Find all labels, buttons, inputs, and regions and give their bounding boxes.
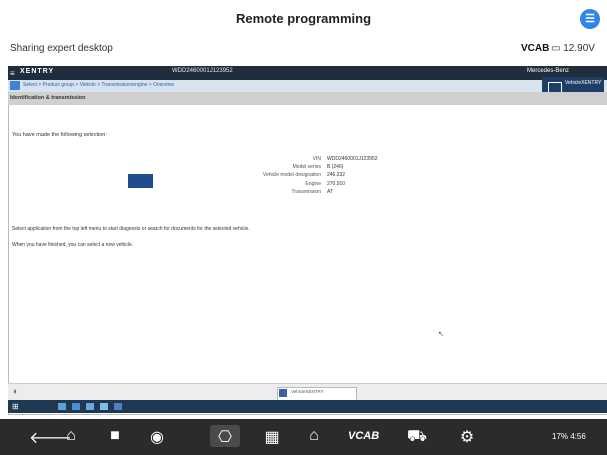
remote-header [8, 66, 607, 80]
back-icon[interactable]: 🡐 [29, 427, 72, 448]
header-right: Mercedes-Benz [527, 68, 570, 74]
task-label: VehicleXENTRY [291, 389, 324, 394]
vehicle-image [128, 174, 153, 188]
house-icon[interactable]: ⌂ [302, 427, 326, 445]
battery-voltage: ▭ 12.90V [551, 43, 595, 54]
field-value: B (246) [327, 164, 344, 171]
vci-link[interactable]: VCAB [348, 430, 379, 442]
field-label: Model series [292, 164, 321, 171]
windows-taskbar [8, 400, 607, 413]
square-icon[interactable]: ■ [103, 427, 127, 445]
remote-desktop-window[interactable] [8, 66, 607, 415]
taskbar-app-icon[interactable] [58, 403, 66, 410]
breadcrumb[interactable]: Select > Product group > Vehicle > Trans… [23, 82, 174, 88]
taskbar-app-icon[interactable] [100, 403, 108, 410]
section-bar [8, 92, 607, 105]
task-icon [279, 389, 287, 397]
field-label: Transmission [291, 188, 321, 195]
field-value: 270.910 [327, 180, 346, 187]
car-icon[interactable]: ⛟ [405, 427, 429, 447]
windows-start-icon[interactable]: ⊞ [12, 402, 19, 411]
breadcrumb-icon[interactable] [10, 81, 20, 90]
field-value: 246.232 [327, 172, 346, 179]
mouse-cursor-icon: ↖ [438, 331, 444, 338]
taskbar-app-icon[interactable] [114, 403, 122, 410]
taskbar-app-icon[interactable] [86, 403, 94, 410]
taskbar-app-icon[interactable] [72, 403, 80, 410]
camera-icon[interactable]: ⎔ [213, 427, 237, 447]
gallery-icon[interactable]: ▦ [260, 427, 284, 447]
vin-display: WDD2460001J123952 [172, 68, 233, 74]
instruction-text-2: When you have finished, you can select a… [12, 242, 134, 248]
brand-logo: XENTRY [20, 68, 55, 75]
section-title: Identification & transmission [10, 95, 86, 101]
mini-window-title: VehicleXENTRY [565, 80, 602, 86]
battery-value: 12.90V [563, 43, 595, 54]
chrome-icon[interactable]: ◉ [145, 427, 169, 447]
field-value: WDD2460001J123952 [327, 156, 378, 162]
sharing-status: Sharing expert desktop [10, 43, 113, 54]
selection-heading: You have made the following selection: [12, 132, 107, 138]
vci-label: VCAB [521, 43, 550, 54]
battery-icon: ▭ [551, 43, 561, 54]
instruction-text: Select application from the top left men… [12, 226, 250, 232]
page-title: Remote programming [235, 11, 372, 26]
app-menu-icon[interactable]: ☰ [580, 9, 600, 29]
status-indicators: 17% 4:56 [552, 432, 586, 441]
field-label: Vehicle model designation [262, 172, 321, 179]
switch-icon[interactable]: ◐ [13, 386, 18, 396]
field-label: VIN [312, 156, 321, 162]
home-icon[interactable]: ⌂ [59, 427, 83, 445]
menu-icon[interactable]: ≡ [10, 69, 15, 78]
field-value: AT [327, 188, 334, 195]
field-label: Engine [305, 180, 321, 187]
settings-icon[interactable]: ⚙ [455, 427, 479, 447]
